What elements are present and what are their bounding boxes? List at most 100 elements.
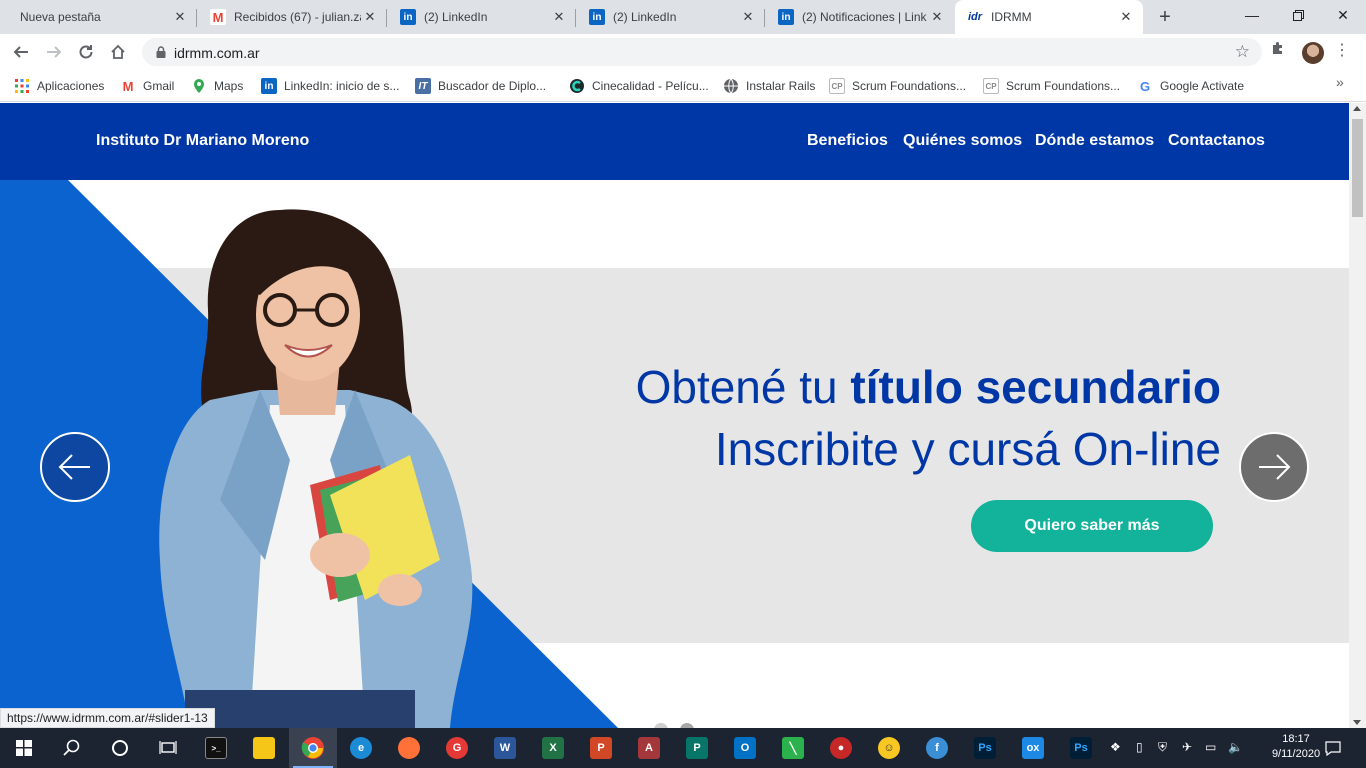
start-button[interactable] xyxy=(0,728,48,768)
taskbar-word[interactable]: W xyxy=(481,728,529,768)
arrow-left-icon xyxy=(13,46,28,58)
taskbar-edge[interactable]: e xyxy=(337,728,385,768)
display-icon[interactable]: ▭ xyxy=(1205,740,1216,754)
tray-battery-icon[interactable]: ▯ xyxy=(1136,740,1143,754)
close-icon[interactable]: ✕ xyxy=(739,8,757,26)
close-icon[interactable]: ✕ xyxy=(1117,8,1135,26)
network-icon[interactable]: ✈ xyxy=(1182,740,1192,754)
bookmark-buscador[interactable]: IT Buscador de Diplo... xyxy=(415,76,546,96)
back-button[interactable] xyxy=(9,40,33,64)
nav-contactanos[interactable]: Contactanos xyxy=(1168,132,1265,150)
page-scrollbar[interactable] xyxy=(1349,103,1366,728)
bookmark-google-activate[interactable]: G Google Activate xyxy=(1137,76,1244,96)
scroll-up-arrow-icon[interactable] xyxy=(1353,106,1361,111)
forward-button[interactable] xyxy=(42,40,66,64)
browser-menu-button[interactable]: ⋮ xyxy=(1334,40,1350,62)
restore-button[interactable] xyxy=(1275,0,1321,30)
notifications-button[interactable] xyxy=(1310,728,1356,768)
taskbar-publisher[interactable]: P xyxy=(673,728,721,768)
taskbar-chrome[interactable] xyxy=(289,728,337,768)
facebook-icon: f xyxy=(926,737,948,759)
tab-nueva-pestana[interactable]: Nueva pestaña ✕ xyxy=(0,0,197,34)
app-icon: ox xyxy=(1022,737,1044,759)
cinecalidad-icon xyxy=(570,79,584,93)
taskbar-access[interactable]: A xyxy=(625,728,673,768)
close-icon[interactable]: ✕ xyxy=(361,8,379,26)
bookmark-label: Scrum Foundations... xyxy=(1006,79,1121,93)
new-tab-button[interactable]: + xyxy=(1153,5,1177,29)
address-bar[interactable]: idrmm.com.ar ☆ xyxy=(142,38,1262,66)
taskbar-terminal[interactable]: >_ xyxy=(192,728,240,768)
taskbar-app-record[interactable]: ● xyxy=(817,728,865,768)
reload-button[interactable] xyxy=(74,40,98,64)
close-icon[interactable]: ✕ xyxy=(928,8,946,26)
bookmark-star-icon[interactable]: ☆ xyxy=(1235,42,1250,62)
site-navbar: Instituto Dr Mariano Moreno Beneficios Q… xyxy=(0,103,1349,180)
cortana-button[interactable] xyxy=(96,728,144,768)
taskbar-excel[interactable]: X xyxy=(529,728,577,768)
bookmarks-overflow-chevron-icon[interactable]: » xyxy=(1336,74,1344,90)
minimize-button[interactable]: — xyxy=(1229,0,1275,30)
volume-icon[interactable]: 🔈 xyxy=(1228,740,1243,754)
apps-grid-icon xyxy=(15,79,29,93)
tab-linkedin-1[interactable]: in (2) LinkedIn ✕ xyxy=(388,0,576,34)
gmail-icon: M xyxy=(210,9,226,25)
profile-avatar[interactable] xyxy=(1302,42,1324,64)
terminal-icon: >_ xyxy=(205,737,227,759)
powerpoint-icon: P xyxy=(590,737,612,759)
restore-icon xyxy=(1292,9,1304,21)
tab-gmail[interactable]: M Recibidos (67) - julian.za ✕ xyxy=(198,0,387,34)
tab-linkedin-2[interactable]: in (2) LinkedIn ✕ xyxy=(577,0,765,34)
close-icon[interactable]: ✕ xyxy=(550,8,568,26)
bookmark-cinecalidad[interactable]: Cinecalidad - Pelícu... xyxy=(569,76,709,96)
bookmark-instalar-rails[interactable]: Instalar Rails xyxy=(723,76,815,96)
taskbar-facebook[interactable]: f xyxy=(913,728,961,768)
quiero-saber-mas-button[interactable]: Quiero saber más xyxy=(971,500,1213,552)
linkedin-icon: in xyxy=(778,9,794,25)
site-brand[interactable]: Instituto Dr Mariano Moreno xyxy=(96,132,309,150)
search-button[interactable] xyxy=(48,728,96,768)
scrollbar-thumb[interactable] xyxy=(1352,119,1363,217)
bookmark-scrum-1[interactable]: CP Scrum Foundations... xyxy=(829,76,966,96)
bookmark-linkedin[interactable]: in LinkedIn: inicio de s... xyxy=(261,76,399,96)
taskbar-app-ox[interactable]: ox xyxy=(1009,728,1057,768)
taskbar-photoshop-1[interactable]: Ps xyxy=(961,728,1009,768)
security-shield-icon[interactable]: ⛨ xyxy=(1158,740,1167,755)
scroll-down-arrow-icon[interactable] xyxy=(1353,720,1361,725)
home-icon xyxy=(111,44,125,59)
nav-beneficios[interactable]: Beneficios xyxy=(807,132,888,150)
taskbar-outlook[interactable]: O xyxy=(721,728,769,768)
taskbar-firefox[interactable] xyxy=(385,728,433,768)
bookmark-aplicaciones[interactable]: Aplicaciones xyxy=(14,76,104,96)
taskbar-app-green[interactable]: ╲ xyxy=(769,728,817,768)
browser-toolbar: idrmm.com.ar ☆ xyxy=(0,34,1366,70)
slider-next-button[interactable] xyxy=(1239,432,1309,502)
close-window-button[interactable]: ✕ xyxy=(1320,0,1366,30)
bookmark-scrum-2[interactable]: CP Scrum Foundations... xyxy=(983,76,1120,96)
task-view-button[interactable] xyxy=(144,728,192,768)
taskbar-file-explorer[interactable] xyxy=(240,728,288,768)
tab-separator xyxy=(575,9,576,27)
cp-icon: CP xyxy=(983,78,999,94)
tab-linkedin-notificaciones[interactable]: in (2) Notificaciones | Link ✕ xyxy=(766,0,954,34)
extensions-puzzle-icon[interactable] xyxy=(1270,40,1290,60)
tab-idrmm[interactable]: idr IDRMM ✕ xyxy=(955,0,1143,34)
taskbar-app-red[interactable]: G xyxy=(433,728,481,768)
taskbar-powerpoint[interactable]: P xyxy=(577,728,625,768)
bookmark-gmail[interactable]: M Gmail xyxy=(120,76,175,96)
firefox-icon xyxy=(398,737,420,759)
nav-donde-estamos[interactable]: Dónde estamos xyxy=(1035,132,1154,150)
bookmark-label: Buscador de Diplo... xyxy=(438,79,547,93)
task-view-icon xyxy=(159,741,177,754)
taskbar-app-yellow[interactable]: ☺ xyxy=(865,728,913,768)
taskbar-photoshop-2[interactable]: Ps xyxy=(1057,728,1105,768)
lock-icon xyxy=(156,46,166,58)
nav-quienes-somos[interactable]: Quiénes somos xyxy=(903,132,1022,150)
hero-headline-bold: título secundario xyxy=(850,361,1221,413)
dropbox-icon[interactable]: ❖ xyxy=(1110,740,1121,754)
home-button[interactable] xyxy=(106,40,130,64)
folder-icon xyxy=(253,737,275,759)
bookmark-maps[interactable]: Maps xyxy=(191,76,243,96)
slider-prev-button[interactable] xyxy=(40,432,110,502)
close-icon[interactable]: ✕ xyxy=(171,8,189,26)
